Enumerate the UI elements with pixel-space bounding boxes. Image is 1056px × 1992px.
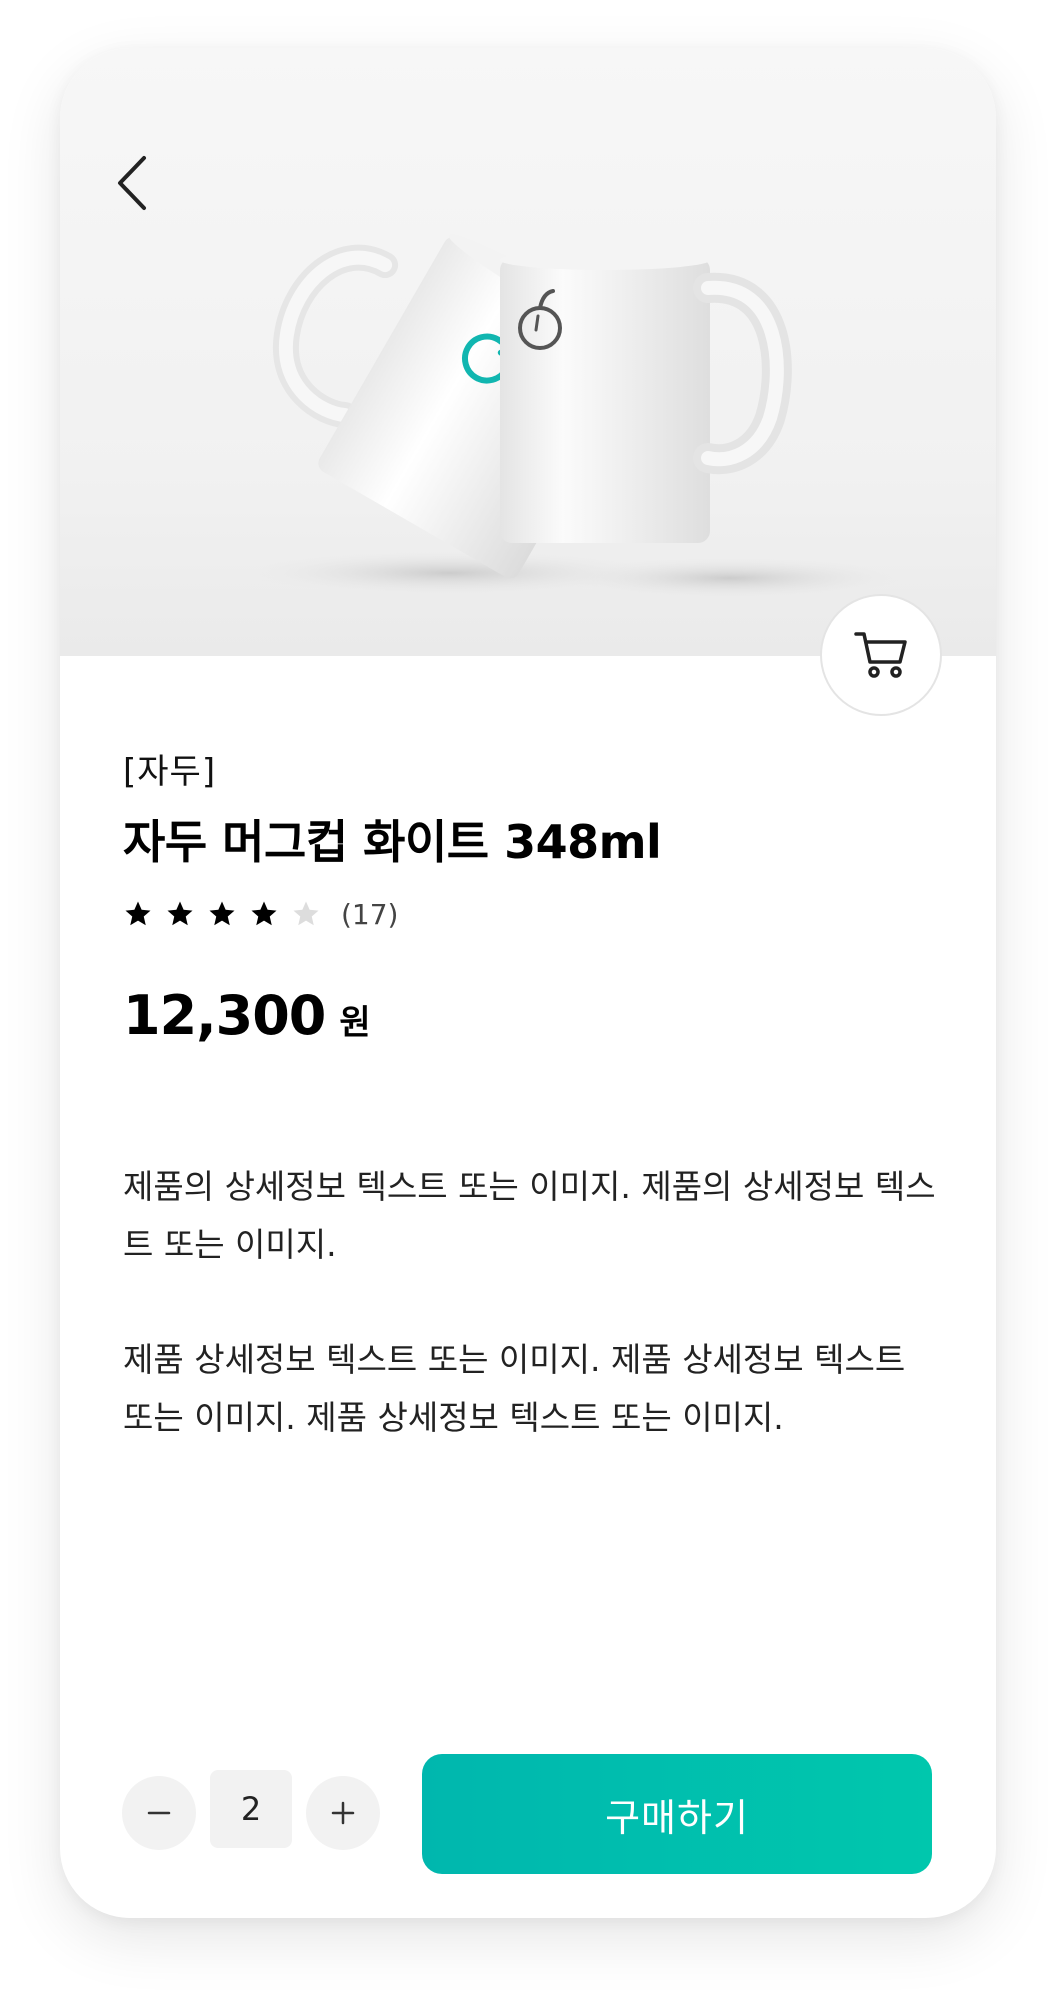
back-button[interactable]	[100, 148, 170, 218]
cart-icon	[854, 632, 907, 678]
product-card: [자두] 자두 머그컵 화이트 348ml (17) 12,300 원 제품의 …	[60, 48, 996, 1918]
quantity-decrease-button[interactable]	[122, 1776, 196, 1850]
product-title: 자두 머그컵 화이트 348ml	[123, 815, 662, 869]
price-unit: 원	[339, 1003, 371, 1043]
plus-icon	[331, 1801, 355, 1825]
chevron-left-icon	[118, 156, 146, 210]
review-count[interactable]: (17)	[341, 898, 398, 931]
buy-button[interactable]: 구매하기	[422, 1754, 932, 1874]
star-icon	[125, 901, 151, 926]
product-description: 제품의 상세정보 텍스트 또는 이미지. 제품의 상세정보 텍스트 또는 이미지…	[123, 1167, 936, 1264]
mug-image	[250, 233, 900, 598]
star-empty-icon	[293, 901, 319, 926]
product-description: 제품 상세정보 텍스트 또는 이미지. 제품 상세정보 텍스트 또는 이미지. …	[123, 1340, 906, 1437]
minus-icon	[147, 1811, 171, 1815]
quantity-increase-button[interactable]	[306, 1776, 380, 1850]
star-icon	[251, 901, 277, 926]
quantity-value[interactable]: 2	[210, 1770, 292, 1848]
add-to-cart-button[interactable]	[820, 594, 942, 716]
product-brand: [자두]	[123, 752, 217, 792]
price-value: 12,300	[123, 984, 326, 1047]
star-icon	[167, 901, 193, 926]
product-rating: (17)	[123, 894, 398, 934]
star-icon	[209, 901, 235, 926]
product-image	[60, 48, 996, 656]
product-price: 12,300 원	[123, 984, 371, 1047]
